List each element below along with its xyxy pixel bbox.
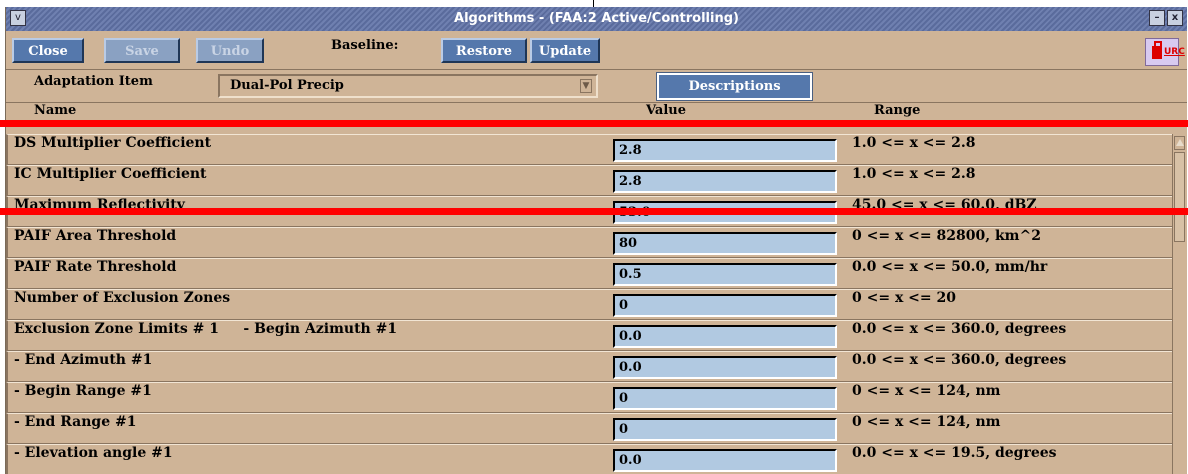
table-row: DS Multiplier Coefficient 2.8 1.0 <= x <= … (6, 134, 1172, 165)
lock-icon (1152, 41, 1162, 59)
table-row: IC Multiplier Coefficient 2.8 1.0 <= x <= … (6, 165, 1172, 196)
row-range: 0.0 <= x <= 360.0, degrees (852, 352, 1067, 368)
window-title: Algorithms - (FAA:2 Active/Controlling) (454, 11, 739, 26)
table-row: - Begin Range #1 0 0 <= x <= 124, nm (6, 382, 1172, 413)
toolbar: Close Save Undo Baseline: Restore Update… (6, 33, 1187, 70)
column-header-name: Name (34, 103, 77, 118)
row-range: 0 <= x <= 124, nm (852, 414, 1001, 430)
parameter-table: DS Multiplier Coefficient 2.8 1.0 <= x <= … (6, 134, 1172, 474)
row-range: 1.0 <= x <= 2.8 (852, 135, 976, 151)
value-field[interactable]: 0.0 (613, 449, 837, 472)
update-button[interactable]: Update (530, 38, 600, 63)
scroll-thumb[interactable] (1174, 152, 1185, 242)
value-field[interactable]: 80 (613, 232, 837, 255)
vertical-scrollbar[interactable] (1172, 134, 1187, 474)
restore-button[interactable]: Restore (441, 38, 527, 63)
value-field[interactable]: 0.0 (613, 356, 837, 379)
dropdown-arrow-icon[interactable]: ▼ (580, 79, 592, 93)
row-range: 0 <= x <= 82800, km^2 (852, 228, 1041, 244)
title-bar[interactable]: v Algorithms - (FAA:2 Active/Controlling… (6, 7, 1187, 31)
table-row: - Elevation angle #1 0.0 0.0 <= x <= 19.5,… (6, 444, 1172, 474)
value-field[interactable]: 0.0 (613, 325, 837, 348)
adaptation-bar: Adaptation Item Dual-Pol Precip ▼ Descri… (6, 70, 1187, 103)
value-field[interactable]: 0 (613, 294, 837, 317)
row-range: 0 <= x <= 20 (852, 290, 956, 306)
scroll-up-icon[interactable] (1174, 136, 1185, 150)
baseline-label: Baseline: (331, 38, 399, 53)
row-name: Number of Exclusion Zones (14, 290, 231, 306)
value-field[interactable]: 0 (613, 418, 837, 441)
urc-button[interactable]: URC (1145, 38, 1185, 66)
urc-label: URC (1164, 47, 1185, 57)
row-range: 0 <= x <= 124, nm (852, 383, 1001, 399)
row-name: PAIF Area Threshold (14, 228, 177, 244)
red-annotation-line-bottom (0, 208, 1188, 215)
value-field[interactable]: 0.5 (613, 263, 837, 286)
close-window-icon[interactable]: x (1167, 10, 1183, 26)
row-name: - Elevation angle #1 (14, 445, 173, 461)
minimize-icon[interactable]: – (1149, 10, 1165, 26)
adaptation-item-select[interactable]: Dual-Pol Precip ▼ (218, 74, 598, 98)
undo-button[interactable]: Undo (196, 38, 264, 63)
table-row: - End Range #1 0 0 <= x <= 124, nm (6, 413, 1172, 444)
adaptation-item-label: Adaptation Item (34, 74, 153, 89)
row-name: Exclusion Zone Limits # 1 - Begin Azimut… (14, 321, 398, 337)
close-button[interactable]: Close (12, 38, 84, 63)
save-button[interactable]: Save (104, 38, 180, 63)
row-name: - Begin Range #1 (14, 383, 152, 399)
column-header-value: Value (646, 103, 686, 118)
row-name: - End Range #1 (14, 414, 137, 430)
row-name: - End Azimuth #1 (14, 352, 153, 368)
adaptation-item-value: Dual-Pol Precip (230, 78, 344, 93)
row-name: DS Multiplier Coefficient (14, 135, 212, 151)
row-range: 1.0 <= x <= 2.8 (852, 166, 976, 182)
column-header-range: Range (874, 103, 921, 118)
row-name: IC Multiplier Coefficient (14, 166, 207, 182)
descriptions-button[interactable]: Descriptions (656, 72, 813, 101)
value-field[interactable]: 2.8 (613, 170, 837, 193)
table-row: PAIF Area Threshold 80 0 <= x <= 82800, km… (6, 227, 1172, 258)
table-row: Exclusion Zone Limits # 1 - Begin Azimut… (6, 320, 1172, 351)
row-range: 0.0 <= x <= 50.0, mm/hr (852, 259, 1048, 275)
row-name: PAIF Rate Threshold (14, 259, 177, 275)
row-range: 0.0 <= x <= 360.0, degrees (852, 321, 1067, 337)
table-row: Number of Exclusion Zones 0 0 <= x <= 20 (6, 289, 1172, 320)
value-field[interactable]: 2.8 (613, 139, 837, 162)
value-field[interactable]: 0 (613, 387, 837, 410)
table-row: - End Azimuth #1 0.0 0.0 <= x <= 360.0, de… (6, 351, 1172, 382)
algorithms-window: v Algorithms - (FAA:2 Active/Controlling… (5, 7, 1187, 474)
table-row: PAIF Rate Threshold 0.5 0.0 <= x <= 50.0, … (6, 258, 1172, 289)
red-annotation-line-top (0, 120, 1188, 127)
row-range: 0.0 <= x <= 19.5, degrees (852, 445, 1057, 461)
